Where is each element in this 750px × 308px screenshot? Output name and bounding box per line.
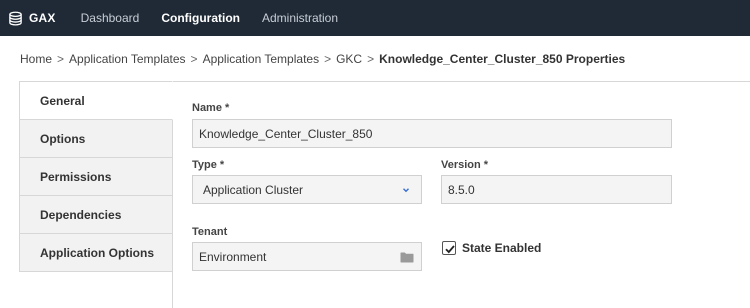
type-label: Type * (192, 159, 225, 171)
tab-label: Dependencies (40, 207, 122, 222)
nav-configuration[interactable]: Configuration (161, 11, 240, 25)
tab-divider (172, 269, 173, 308)
breadcrumb-separator: > (367, 52, 375, 66)
folder-icon[interactable] (400, 252, 414, 266)
name-value: Knowledge_Center_Cluster_850 (199, 126, 373, 141)
breadcrumb-gkc[interactable]: GKC (336, 52, 362, 66)
chevron-down-icon (401, 184, 411, 194)
breadcrumb-current: Knowledge_Center_Cluster_850 Properties (379, 52, 626, 66)
tenant-value: Environment (199, 249, 267, 264)
breadcrumb-separator: > (324, 52, 332, 66)
app-name: GAX (29, 11, 56, 25)
breadcrumb-separator: > (57, 52, 65, 66)
vertical-tabs: General Options Permissions Dependencies… (19, 81, 173, 272)
state-enabled-label: State Enabled (462, 241, 542, 255)
state-enabled-row: State Enabled (442, 241, 541, 255)
breadcrumb-application-templates[interactable]: Application Templates (69, 52, 186, 66)
nav-administration[interactable]: Administration (262, 11, 338, 25)
tenant-label: Tenant (192, 226, 228, 238)
name-label: Name * (192, 102, 230, 114)
tenant-field[interactable]: Environment (192, 242, 422, 271)
nav-dashboard[interactable]: Dashboard (81, 11, 140, 25)
brand[interactable]: GAX (8, 0, 56, 36)
checkmark-icon (445, 245, 455, 254)
version-field[interactable]: 8.5.0 (441, 175, 672, 204)
type-select[interactable]: Application Cluster (192, 175, 422, 204)
version-label: Version * (441, 159, 489, 171)
breadcrumb: Home > Application Templates > Application T… (20, 52, 625, 68)
tab-dependencies[interactable]: Dependencies (19, 196, 173, 234)
tab-application-options[interactable]: Application Options (19, 234, 173, 272)
breadcrumb-application-templates-2[interactable]: Application Templates (203, 52, 320, 66)
type-value: Application Cluster (203, 182, 304, 197)
top-nav-bar: GAX Dashboard Configuration Administrati… (0, 0, 750, 36)
database-stack-icon (8, 11, 23, 26)
tab-label: Application Options (40, 245, 154, 260)
tab-options[interactable]: Options (19, 120, 173, 158)
breadcrumb-home[interactable]: Home (20, 52, 52, 66)
tab-label: Permissions (40, 169, 112, 184)
name-field[interactable]: Knowledge_Center_Cluster_850 (192, 119, 672, 148)
breadcrumb-separator: > (190, 52, 198, 66)
tab-label: General (40, 93, 85, 108)
version-value: 8.5.0 (448, 182, 475, 197)
tab-label: Options (40, 131, 86, 146)
state-enabled-checkbox[interactable] (442, 241, 456, 255)
tab-permissions[interactable]: Permissions (19, 158, 173, 196)
tab-general[interactable]: General (19, 81, 173, 120)
